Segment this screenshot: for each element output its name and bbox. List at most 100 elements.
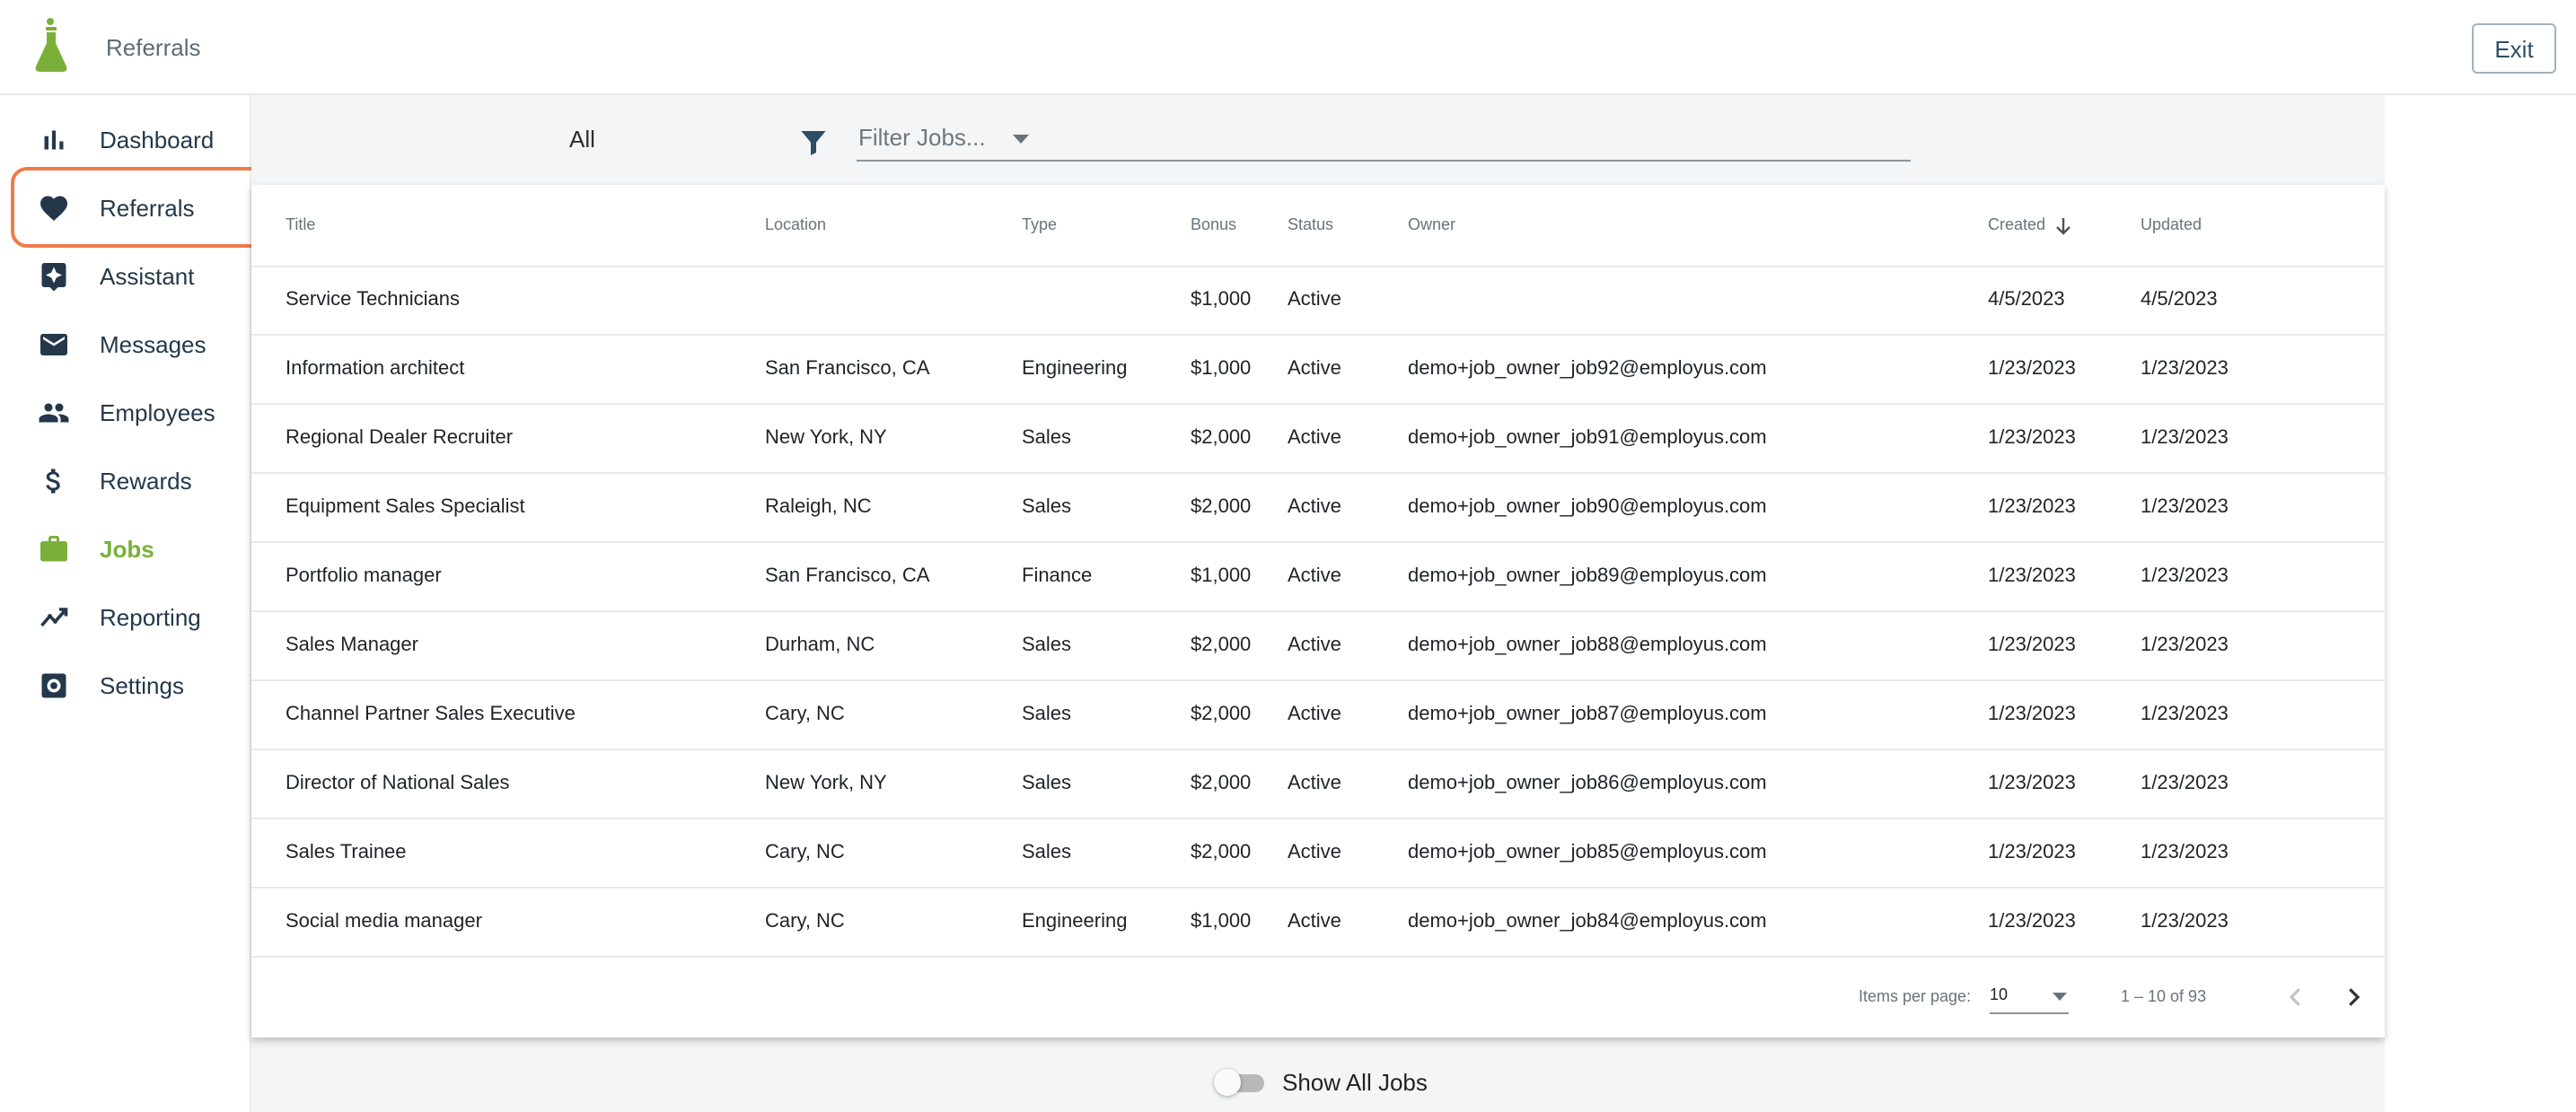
sidebar-item-employees[interactable]: Employees — [0, 379, 250, 447]
sidebar-item-label: Jobs — [100, 535, 154, 563]
table-row[interactable]: Sales Trainee Cary, NC Sales $2,000 Active de… — [251, 819, 2385, 889]
table-row[interactable]: Channel Partner Sales Executive Cary, NC S… — [251, 680, 2385, 750]
sidebar-item-assistant[interactable]: Assistant — [0, 242, 250, 311]
items-per-page-value: 10 — [1990, 985, 2009, 1003]
cell-bonus: $1,000 — [1191, 356, 1252, 379]
sidebar-item-referrals[interactable]: Referrals — [0, 174, 250, 242]
cell-location: Cary, NC — [765, 909, 845, 932]
sidebar-item-rewards[interactable]: Rewards — [0, 447, 250, 515]
cell-status: Active — [1288, 840, 1341, 862]
sidebar-item-label: Assistant — [100, 262, 195, 290]
column-header-updated[interactable]: Updated — [2141, 215, 2202, 234]
show-all-jobs-toggle[interactable] — [1214, 1067, 1268, 1098]
top-bar: Referrals Exit — [0, 0, 2576, 95]
cell-created: 1/23/2023 — [1988, 495, 2076, 517]
column-header-location[interactable]: Location — [765, 215, 826, 234]
table-header: Title Location Type Bonus Status Owner C… — [251, 185, 2385, 267]
paginator: Items per page: 10 1 – 10 of 93 — [251, 957, 2385, 1038]
chevron-down-icon — [2053, 993, 2067, 1001]
cell-updated: 1/23/2023 — [2141, 702, 2229, 724]
trending-icon — [36, 600, 72, 635]
cell-bonus: $1,000 — [1191, 287, 1252, 310]
table-row[interactable]: Information architect San Francisco, CA En… — [251, 335, 2385, 405]
sidebar-item-label: Messages — [100, 330, 207, 358]
column-header-bonus[interactable]: Bonus — [1191, 215, 1236, 234]
cell-type: Sales — [1022, 702, 1072, 724]
cell-bonus: $2,000 — [1191, 771, 1252, 793]
table-row[interactable]: Social media manager Cary, NC Engineering $… — [251, 888, 2385, 958]
main-content: All Title Location Type Bonus Status Own… — [251, 95, 2385, 1112]
column-header-title[interactable]: Title — [286, 215, 315, 234]
cell-created: 1/23/2023 — [1988, 771, 2076, 793]
cell-status: Active — [1288, 771, 1341, 793]
cell-type: Sales — [1022, 840, 1072, 862]
filter-icon[interactable] — [797, 126, 830, 158]
cell-bonus: $2,000 — [1191, 702, 1252, 724]
cell-updated: 1/23/2023 — [2141, 771, 2229, 793]
cell-owner: demo+job_owner_job88@employus.com — [1408, 633, 1767, 655]
cell-title: Portfolio manager — [286, 564, 442, 586]
cell-created: 1/23/2023 — [1988, 909, 2076, 932]
sidebar-item-messages[interactable]: Messages — [0, 311, 250, 379]
filter-jobs-input[interactable] — [857, 115, 1911, 162]
cell-type: Sales — [1022, 771, 1072, 793]
cell-title: Regional Dealer Recruiter — [286, 425, 514, 448]
cell-type: Engineering — [1022, 356, 1128, 379]
column-header-created[interactable]: Created — [1988, 215, 2045, 234]
cell-owner: demo+job_owner_job90@employus.com — [1408, 495, 1767, 517]
previous-page-icon[interactable] — [2282, 984, 2309, 1011]
sidebar-item-settings[interactable]: Settings — [0, 652, 250, 720]
cell-location: Durham, NC — [765, 633, 875, 655]
cell-created: 1/23/2023 — [1988, 356, 2076, 379]
cell-location: Raleigh, NC — [765, 495, 872, 517]
cell-type: Engineering — [1022, 909, 1128, 932]
cell-updated: 1/23/2023 — [2141, 425, 2229, 448]
table-row[interactable]: Portfolio manager San Francisco, CA Financ… — [251, 542, 2385, 612]
sidebar-item-dashboard[interactable]: Dashboard — [0, 106, 250, 174]
table-row[interactable]: Sales Manager Durham, NC Sales $2,000 Active… — [251, 611, 2385, 681]
table-row[interactable]: Equipment Sales Specialist Raleigh, NC Sal… — [251, 473, 2385, 543]
column-header-owner[interactable]: Owner — [1408, 215, 1455, 234]
exit-button[interactable]: Exit — [2472, 23, 2556, 74]
cell-status: Active — [1288, 356, 1341, 379]
table-row[interactable]: Director of National Sales New York, NY Sa… — [251, 749, 2385, 819]
cell-type: Sales — [1022, 495, 1072, 517]
cell-bonus: $1,000 — [1191, 564, 1252, 586]
cell-owner: demo+job_owner_job85@employus.com — [1408, 840, 1767, 862]
cell-owner: demo+job_owner_job86@employus.com — [1408, 771, 1767, 793]
sort-arrow-down-icon[interactable] — [2054, 216, 2072, 236]
items-per-page-select[interactable]: 10 — [1990, 982, 2069, 1014]
cell-bonus: $2,000 — [1191, 425, 1252, 448]
cell-title: Sales Trainee — [286, 840, 407, 862]
cell-location: Cary, NC — [765, 840, 845, 862]
cell-title: Information architect — [286, 356, 465, 379]
flask-logo-icon[interactable] — [31, 16, 72, 74]
sidebar-item-jobs[interactable]: Jobs — [0, 515, 250, 583]
cell-status: Active — [1288, 495, 1341, 517]
briefcase-icon — [36, 531, 72, 567]
sidebar: Dashboard Referrals Assistant Messages E… — [0, 95, 251, 1112]
sidebar-item-label: Reporting — [100, 603, 201, 631]
cell-type: Sales — [1022, 633, 1072, 655]
sidebar-item-label: Settings — [100, 671, 184, 699]
cell-location: San Francisco, CA — [765, 356, 930, 379]
jobs-table: Title Location Type Bonus Status Owner C… — [251, 185, 2385, 1038]
cell-location: San Francisco, CA — [765, 564, 930, 586]
heart-icon — [36, 190, 72, 226]
cell-updated: 1/23/2023 — [2141, 633, 2229, 655]
sidebar-item-reporting[interactable]: Reporting — [0, 583, 250, 652]
cell-title: Equipment Sales Specialist — [286, 495, 525, 517]
cell-updated: 1/23/2023 — [2141, 495, 2229, 517]
cell-type: Finance — [1022, 564, 1093, 586]
column-header-status[interactable]: Status — [1288, 215, 1333, 234]
column-header-type[interactable]: Type — [1022, 215, 1057, 234]
page-range-label: 1 – 10 of 93 — [2121, 987, 2207, 1005]
table-row[interactable]: Service Technicians $1,000 Active 4/5/2023 4… — [251, 266, 2385, 336]
next-page-icon[interactable] — [2340, 984, 2367, 1011]
assistant-icon — [36, 258, 72, 294]
sidebar-item-label: Dashboard — [100, 126, 215, 153]
table-row[interactable]: Regional Dealer Recruiter New York, NY Sal… — [251, 404, 2385, 474]
cell-status: Active — [1288, 633, 1341, 655]
cell-updated: 1/23/2023 — [2141, 840, 2229, 862]
cell-location: New York, NY — [765, 425, 887, 448]
